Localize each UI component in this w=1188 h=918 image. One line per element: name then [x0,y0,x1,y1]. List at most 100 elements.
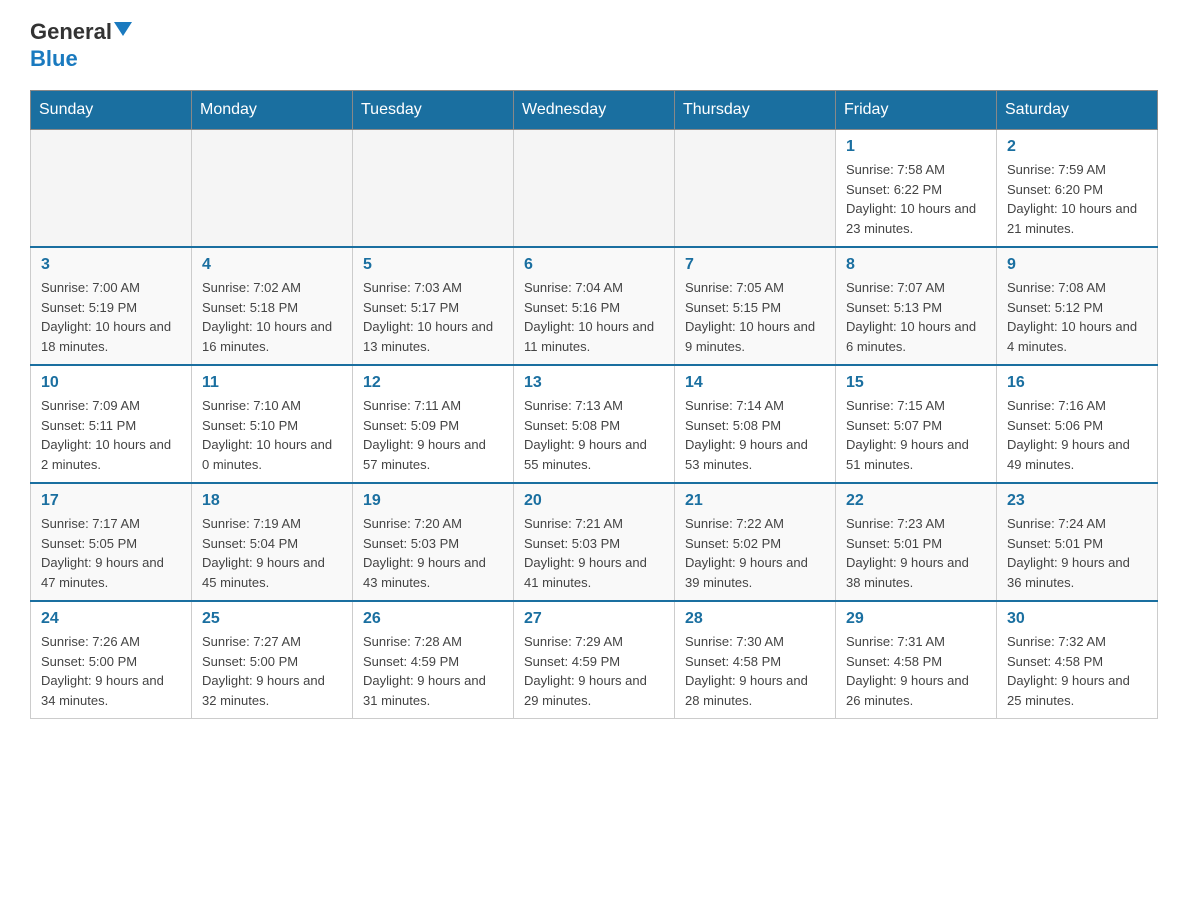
calendar-cell: 22 Sunrise: 7:23 AMSunset: 5:01 PMDayligh… [836,483,997,601]
day-info: Sunrise: 7:04 AMSunset: 5:16 PMDaylight:… [524,278,664,356]
calendar-cell: 13 Sunrise: 7:13 AMSunset: 5:08 PMDayligh… [514,365,675,483]
weekday-header-tuesday: Tuesday [353,91,514,130]
week-row-5: 24Sunrise: 7:26 AMSunset: 5:00 PMDayligh… [31,601,1158,719]
logo-blue-text: Blue [30,46,78,71]
day-info: Sunrise: 7:08 AMSunset: 5:12 PMDaylight:… [1007,278,1147,356]
calendar-cell: 16Sunrise: 7:16 AMSunset: 5:06 PMDayligh… [997,365,1158,483]
calendar-cell [353,130,514,248]
day-info: Sunrise: 7:27 AMSunset: 5:00 PMDaylight:… [202,632,342,710]
day-number: 8 [846,256,986,274]
day-number: 10 [41,374,181,392]
logo-triangle-icon [114,22,132,36]
calendar-cell: 28 Sunrise: 7:30 AMSunset: 4:58 PMDayligh… [675,601,836,719]
day-info: Sunrise: 7:23 AMSunset: 5:01 PMDaylight:… [846,514,986,592]
day-number: 19 [363,492,503,510]
day-number: 22 [846,492,986,510]
calendar-cell: 8 Sunrise: 7:07 AMSunset: 5:13 PMDaylight… [836,247,997,365]
calendar-cell: 23Sunrise: 7:24 AMSunset: 5:01 PMDayligh… [997,483,1158,601]
calendar-cell: 17 Sunrise: 7:17 AMSunset: 5:05 PMDayligh… [31,483,192,601]
day-info: Sunrise: 7:13 AMSunset: 5:08 PMDaylight:… [524,396,664,474]
day-number: 9 [1007,256,1147,274]
day-number: 4 [202,256,342,274]
day-number: 28 [685,610,825,628]
day-number: 25 [202,610,342,628]
calendar-cell: 4 Sunrise: 7:02 AMSunset: 5:18 PMDaylight… [192,247,353,365]
calendar-cell: 6 Sunrise: 7:04 AMSunset: 5:16 PMDaylight… [514,247,675,365]
day-info: Sunrise: 7:03 AMSunset: 5:17 PMDaylight:… [363,278,503,356]
day-number: 11 [202,374,342,392]
day-number: 24 [41,610,181,628]
calendar-table: SundayMondayTuesdayWednesdayThursdayFrid… [30,90,1158,719]
calendar-cell [31,130,192,248]
day-number: 13 [524,374,664,392]
day-info: Sunrise: 7:19 AMSunset: 5:04 PMDaylight:… [202,514,342,592]
calendar-cell: 29 Sunrise: 7:31 AMSunset: 4:58 PMDayligh… [836,601,997,719]
day-number: 20 [524,492,664,510]
week-row-4: 17 Sunrise: 7:17 AMSunset: 5:05 PMDayligh… [31,483,1158,601]
weekday-header-wednesday: Wednesday [514,91,675,130]
calendar-cell [192,130,353,248]
calendar-cell: 2 Sunrise: 7:59 AMSunset: 6:20 PMDaylight… [997,130,1158,248]
day-info: Sunrise: 7:32 AMSunset: 4:58 PMDaylight:… [1007,632,1147,710]
week-row-3: 10 Sunrise: 7:09 AMSunset: 5:11 PMDayligh… [31,365,1158,483]
calendar-cell: 3 Sunrise: 7:00 AMSunset: 5:19 PMDaylight… [31,247,192,365]
calendar-cell: 30 Sunrise: 7:32 AMSunset: 4:58 PMDayligh… [997,601,1158,719]
calendar-cell [514,130,675,248]
day-number: 5 [363,256,503,274]
day-info: Sunrise: 7:15 AMSunset: 5:07 PMDaylight:… [846,396,986,474]
day-info: Sunrise: 7:14 AMSunset: 5:08 PMDaylight:… [685,396,825,474]
day-info: Sunrise: 7:09 AMSunset: 5:11 PMDaylight:… [41,396,181,474]
day-number: 29 [846,610,986,628]
day-info: Sunrise: 7:11 AMSunset: 5:09 PMDaylight:… [363,396,503,474]
day-info: Sunrise: 7:22 AMSunset: 5:02 PMDaylight:… [685,514,825,592]
day-info: Sunrise: 7:28 AMSunset: 4:59 PMDaylight:… [363,632,503,710]
day-number: 12 [363,374,503,392]
week-row-2: 3 Sunrise: 7:00 AMSunset: 5:19 PMDaylight… [31,247,1158,365]
day-info: Sunrise: 7:10 AMSunset: 5:10 PMDaylight:… [202,396,342,474]
day-info: Sunrise: 7:31 AMSunset: 4:58 PMDaylight:… [846,632,986,710]
day-number: 26 [363,610,503,628]
day-number: 2 [1007,138,1147,156]
day-info: Sunrise: 7:24 AMSunset: 5:01 PMDaylight:… [1007,514,1147,592]
week-row-1: 1Sunrise: 7:58 AMSunset: 6:22 PMDaylight… [31,130,1158,248]
day-number: 3 [41,256,181,274]
calendar-cell: 7Sunrise: 7:05 AMSunset: 5:15 PMDaylight… [675,247,836,365]
weekday-header-thursday: Thursday [675,91,836,130]
weekday-header-monday: Monday [192,91,353,130]
calendar-cell: 20Sunrise: 7:21 AMSunset: 5:03 PMDayligh… [514,483,675,601]
calendar-cell: 9 Sunrise: 7:08 AMSunset: 5:12 PMDaylight… [997,247,1158,365]
day-number: 21 [685,492,825,510]
calendar-cell: 26 Sunrise: 7:28 AMSunset: 4:59 PMDayligh… [353,601,514,719]
day-info: Sunrise: 7:58 AMSunset: 6:22 PMDaylight:… [846,160,986,238]
day-info: Sunrise: 7:02 AMSunset: 5:18 PMDaylight:… [202,278,342,356]
day-info: Sunrise: 7:16 AMSunset: 5:06 PMDaylight:… [1007,396,1147,474]
calendar-cell [675,130,836,248]
calendar-cell: 10 Sunrise: 7:09 AMSunset: 5:11 PMDayligh… [31,365,192,483]
day-info: Sunrise: 7:29 AMSunset: 4:59 PMDaylight:… [524,632,664,710]
day-info: Sunrise: 7:00 AMSunset: 5:19 PMDaylight:… [41,278,181,356]
day-number: 14 [685,374,825,392]
calendar-cell: 12 Sunrise: 7:11 AMSunset: 5:09 PMDayligh… [353,365,514,483]
calendar-cell: 18 Sunrise: 7:19 AMSunset: 5:04 PMDayligh… [192,483,353,601]
header: General Blue [30,20,1158,72]
day-info: Sunrise: 7:20 AMSunset: 5:03 PMDaylight:… [363,514,503,592]
calendar-cell: 19 Sunrise: 7:20 AMSunset: 5:03 PMDayligh… [353,483,514,601]
day-number: 17 [41,492,181,510]
calendar-cell: 25 Sunrise: 7:27 AMSunset: 5:00 PMDayligh… [192,601,353,719]
day-number: 6 [524,256,664,274]
calendar-cell: 14 Sunrise: 7:14 AMSunset: 5:08 PMDayligh… [675,365,836,483]
day-info: Sunrise: 7:05 AMSunset: 5:15 PMDaylight:… [685,278,825,356]
day-info: Sunrise: 7:30 AMSunset: 4:58 PMDaylight:… [685,632,825,710]
calendar-cell: 11 Sunrise: 7:10 AMSunset: 5:10 PMDayligh… [192,365,353,483]
calendar-cell: 5 Sunrise: 7:03 AMSunset: 5:17 PMDaylight… [353,247,514,365]
weekday-header-friday: Friday [836,91,997,130]
weekday-header-row: SundayMondayTuesdayWednesdayThursdayFrid… [31,91,1158,130]
weekday-header-saturday: Saturday [997,91,1158,130]
calendar-cell: 15Sunrise: 7:15 AMSunset: 5:07 PMDayligh… [836,365,997,483]
calendar-cell: 1Sunrise: 7:58 AMSunset: 6:22 PMDaylight… [836,130,997,248]
day-number: 18 [202,492,342,510]
day-info: Sunrise: 7:17 AMSunset: 5:05 PMDaylight:… [41,514,181,592]
day-info: Sunrise: 7:07 AMSunset: 5:13 PMDaylight:… [846,278,986,356]
day-number: 30 [1007,610,1147,628]
day-info: Sunrise: 7:59 AMSunset: 6:20 PMDaylight:… [1007,160,1147,238]
